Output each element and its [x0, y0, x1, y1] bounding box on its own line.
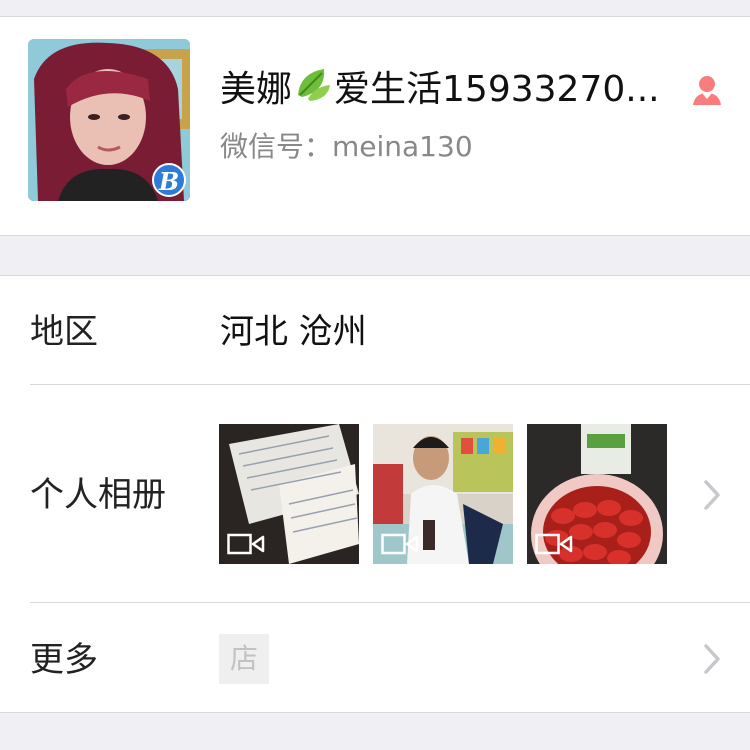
- album-label: 个人相册: [30, 475, 166, 515]
- details-list: 地区 河北 沧州 个人相册 更多 店: [0, 275, 750, 713]
- region-value: 河北 沧州: [220, 312, 367, 352]
- female-icon: [693, 76, 721, 105]
- region-label: 地区: [30, 312, 98, 352]
- album-thumbnail-notes[interactable]: [219, 424, 359, 564]
- shop-icon: 店: [219, 634, 269, 684]
- album-thumbnail-tomatoes[interactable]: [527, 424, 667, 564]
- video-camera-icon: [535, 533, 573, 555]
- leaf-icon: [294, 65, 332, 117]
- album-thumbnail-person[interactable]: [373, 424, 513, 564]
- nickname-part1: 美娜: [220, 69, 293, 110]
- nickname: 美娜 爱生活15933270...: [220, 65, 680, 117]
- video-camera-icon: [381, 533, 419, 555]
- avatar-badge: B: [152, 163, 186, 197]
- more-label: 更多: [30, 640, 98, 680]
- divider: [30, 602, 750, 603]
- chevron-right-icon[interactable]: [702, 478, 722, 512]
- video-camera-icon: [227, 533, 265, 555]
- wechat-id: 微信号：meina130: [220, 130, 473, 163]
- profile-card: B 美娜 爱生活15933270... 微信号：meina130: [0, 16, 750, 236]
- nickname-part2: 爱生活15933270...: [334, 69, 660, 110]
- divider: [30, 384, 750, 385]
- chevron-right-icon[interactable]: [702, 642, 722, 676]
- avatar[interactable]: B: [28, 39, 190, 201]
